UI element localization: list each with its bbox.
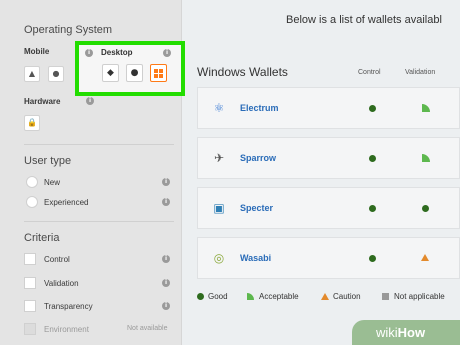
new-info-icon[interactable]: i xyxy=(162,178,170,186)
radio-new[interactable] xyxy=(26,176,38,188)
criteria-validation-label: Validation xyxy=(44,279,79,288)
criteria-control-label: Control xyxy=(44,255,70,264)
wikihow-watermark: wikiHow xyxy=(352,320,460,345)
desktop-filter-highlight: i Desktop i ◆ ● xyxy=(75,41,185,96)
transparency-info-icon[interactable]: i xyxy=(162,302,170,310)
android-icon: ▲ xyxy=(28,69,36,78)
column-header-validation: Validation xyxy=(405,69,436,76)
control-good-icon xyxy=(369,105,376,112)
control-info-icon[interactable]: i xyxy=(162,255,170,263)
hardware-label: Hardware xyxy=(24,97,61,106)
linux-button[interactable]: ◆ xyxy=(102,64,119,82)
specter-icon: ▣ xyxy=(213,201,225,215)
criteria-title: Criteria xyxy=(24,232,60,244)
validation-acceptable-icon xyxy=(422,104,430,112)
apple-mobile-button[interactable]: ● xyxy=(48,66,64,82)
hardware-button[interactable]: 🔒 xyxy=(24,115,40,131)
wallet-row-sparrow[interactable]: ✈ Sparrow xyxy=(197,137,460,179)
control-good-icon xyxy=(369,205,376,212)
wallet-name[interactable]: Specter xyxy=(240,203,273,213)
user-type-new-label: New xyxy=(44,178,61,187)
mac-button[interactable]: ● xyxy=(126,64,143,82)
checkbox-control[interactable] xyxy=(24,253,36,265)
hardware-info-icon[interactable]: i xyxy=(86,97,94,105)
wallet-name[interactable]: Sparrow xyxy=(240,153,276,163)
sparrow-icon: ✈ xyxy=(213,151,225,165)
wasabi-icon: ◎ xyxy=(213,251,225,265)
validation-caution-icon xyxy=(421,254,429,261)
checkbox-validation[interactable] xyxy=(24,277,36,289)
os-section-title: Operating System xyxy=(24,24,113,36)
legend-not-applicable-icon xyxy=(382,293,389,300)
section-title: Windows Wallets xyxy=(197,65,288,79)
desktop-help-icon[interactable]: i xyxy=(163,49,171,57)
lock-icon: 🔒 xyxy=(27,118,37,127)
windows-button[interactable] xyxy=(150,64,167,82)
criteria-environment-label: Environment xyxy=(44,325,89,334)
radio-experienced[interactable] xyxy=(26,196,38,208)
legend-acceptable-icon xyxy=(247,293,254,300)
wallet-row-electrum[interactable]: ⚛ Electrum xyxy=(197,87,460,129)
wallet-row-wasabi[interactable]: ◎ Wasabi xyxy=(197,237,460,279)
legend-acceptable: Acceptable xyxy=(259,292,299,301)
validation-good-icon xyxy=(422,205,429,212)
windows-icon xyxy=(154,69,163,78)
desktop-label: Desktop xyxy=(101,48,133,57)
legend-good-icon xyxy=(197,293,204,300)
electrum-icon: ⚛ xyxy=(213,101,225,115)
control-good-icon xyxy=(369,155,376,162)
wallet-name[interactable]: Wasabi xyxy=(240,253,271,263)
wallet-row-specter[interactable]: ▣ Specter xyxy=(197,187,460,229)
android-button[interactable]: ▲ xyxy=(24,66,40,82)
user-type-experienced-label: Experienced xyxy=(44,198,89,207)
criteria-transparency-label: Transparency xyxy=(44,302,93,311)
checkbox-environment xyxy=(24,323,36,335)
user-type-title: User type xyxy=(24,155,72,167)
legend-caution-icon xyxy=(321,293,329,300)
intro-text: Below is a list of wallets availabl xyxy=(286,14,442,26)
not-available-label: Not available xyxy=(127,325,168,332)
legend-not-applicable: Not applicable xyxy=(394,292,445,301)
checkbox-transparency[interactable] xyxy=(24,300,36,312)
column-header-control: Control xyxy=(358,69,381,76)
legend-caution: Caution xyxy=(333,292,361,301)
legend-good: Good xyxy=(208,292,228,301)
divider xyxy=(24,221,174,222)
mobile-label: Mobile xyxy=(24,47,50,56)
desktop-info-icon[interactable]: i xyxy=(85,49,93,57)
experienced-info-icon[interactable]: i xyxy=(162,198,170,206)
validation-info-icon[interactable]: i xyxy=(162,279,170,287)
apple-icon: ● xyxy=(52,69,60,78)
apple-icon: ● xyxy=(130,68,139,78)
wallet-name[interactable]: Electrum xyxy=(240,103,279,113)
linux-icon: ◆ xyxy=(107,68,114,78)
divider xyxy=(24,144,174,145)
validation-acceptable-icon xyxy=(422,154,430,162)
control-good-icon xyxy=(369,255,376,262)
